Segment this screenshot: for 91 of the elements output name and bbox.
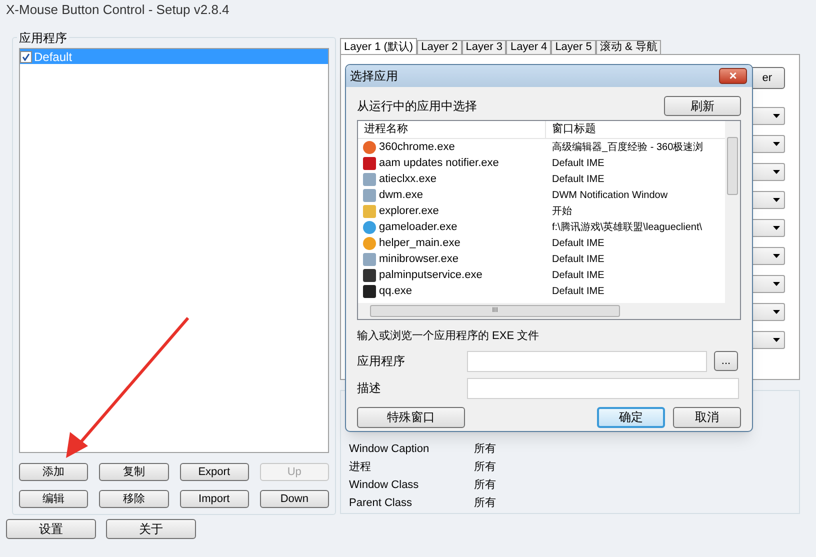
process-row[interactable]: palminputservice.exe Default IME bbox=[358, 267, 725, 283]
window-title-cell-text: Default IME bbox=[551, 268, 604, 282]
tab[interactable]: Layer 5 bbox=[551, 40, 596, 54]
window-title-cell-text: Default IME bbox=[551, 156, 604, 170]
caret-icon bbox=[773, 170, 780, 174]
tab[interactable]: Layer 1 (默认) bbox=[340, 38, 418, 54]
browse-button[interactable]: ... bbox=[714, 351, 738, 371]
action-button[interactable]: 编辑 bbox=[19, 490, 88, 508]
section-label: 从运行中的应用中选择 bbox=[357, 98, 477, 115]
tab[interactable]: Layer 4 bbox=[506, 40, 552, 54]
caret-icon bbox=[773, 254, 780, 258]
filter-value: 所有 bbox=[474, 496, 496, 511]
filter-label: Parent Class bbox=[349, 496, 413, 511]
window-title-cell-text: DWM Notification Window bbox=[551, 188, 668, 202]
filter-label: Window Caption bbox=[349, 442, 430, 457]
filter-label: Window Class bbox=[349, 478, 420, 493]
app-icon bbox=[363, 236, 376, 250]
app-icon bbox=[363, 204, 376, 218]
tab[interactable]: Layer 3 bbox=[462, 40, 506, 54]
footer-button[interactable]: 关于 bbox=[106, 519, 196, 539]
field-label: 应用程序 bbox=[357, 353, 406, 370]
process-row[interactable]: atieclxx.exe Default IME bbox=[358, 171, 725, 187]
window-title-cell-text: Default IME bbox=[551, 252, 604, 266]
column-header[interactable]: 进程名称 bbox=[358, 121, 546, 138]
footer-button[interactable]: 设置 bbox=[6, 519, 96, 539]
process-row[interactable]: helper_main.exe Default IME bbox=[358, 235, 725, 251]
process-row[interactable]: dwm.exe DWM Notification Window bbox=[358, 187, 725, 203]
process-name: 360chrome.exe bbox=[379, 140, 455, 155]
filter-label: 进程 bbox=[349, 460, 372, 475]
refresh-button[interactable]: 刷新 bbox=[664, 96, 741, 116]
window-title-cell-text: Default IME bbox=[551, 236, 604, 250]
caret-icon bbox=[773, 226, 780, 230]
action-button[interactable]: 复制 bbox=[99, 463, 168, 481]
process-name: aam updates notifier.exe bbox=[379, 156, 499, 171]
action-button[interactable]: Import bbox=[180, 490, 249, 508]
window-title-cell-text: Default IME bbox=[551, 172, 604, 186]
app-icon bbox=[363, 252, 376, 266]
caret-icon bbox=[773, 198, 780, 202]
process-name: palminputservice.exe bbox=[379, 268, 482, 283]
process-row[interactable]: qq.exe Default IME bbox=[358, 283, 725, 299]
app-icon bbox=[363, 284, 376, 298]
item-label: Default bbox=[34, 48, 72, 66]
process-name: minibrowser.exe bbox=[379, 252, 458, 267]
app-icon bbox=[363, 220, 376, 234]
input-field[interactable] bbox=[467, 378, 739, 398]
field-label: 描述 bbox=[357, 380, 382, 397]
filter-value: 所有 bbox=[474, 478, 496, 493]
process-row[interactable]: 360chrome.exe 高级编辑器_百度经验 - 360极速浏 bbox=[358, 139, 725, 155]
caret-icon bbox=[773, 310, 780, 314]
app-icon bbox=[363, 156, 376, 170]
caret-icon bbox=[773, 142, 780, 146]
process-name: qq.exe bbox=[379, 284, 412, 299]
window-title-cell-text: 开始 bbox=[551, 204, 572, 218]
process-name: explorer.exe bbox=[379, 204, 439, 219]
filter-value: 所有 bbox=[474, 460, 496, 475]
app-icon bbox=[363, 268, 376, 282]
window-title: X-Mouse Button Control - Setup v2.8.4 bbox=[5, 1, 230, 20]
dialog-button[interactable]: 取消 bbox=[673, 406, 741, 428]
dialog-button[interactable]: 确定 bbox=[597, 406, 665, 428]
process-name: helper_main.exe bbox=[379, 236, 460, 251]
filter-value: 所有 bbox=[474, 442, 496, 457]
dialog-button[interactable]: 特殊窗口 bbox=[357, 406, 465, 428]
caret-icon bbox=[773, 114, 780, 118]
caret-icon bbox=[773, 282, 780, 286]
process-name: dwm.exe bbox=[379, 188, 424, 203]
process-name: atieclxx.exe bbox=[379, 172, 436, 187]
action-button[interactable]: 添加 bbox=[19, 463, 88, 481]
window-title-cell-text: 高级编辑器_百度经验 - 360极速浏 bbox=[551, 140, 704, 154]
app-icon bbox=[363, 172, 376, 186]
exe-hint: 输入或浏览一个应用程序的 EXE 文件 bbox=[357, 328, 540, 344]
caret-icon bbox=[773, 338, 780, 342]
app-icon bbox=[363, 140, 376, 154]
checkbox[interactable] bbox=[20, 50, 32, 62]
input-field[interactable] bbox=[467, 350, 707, 372]
process-row[interactable]: gameloader.exe f:\腾讯游戏\英雄联盟\leagueclient\ bbox=[358, 219, 725, 235]
action-button[interactable]: Export bbox=[180, 463, 249, 481]
process-row[interactable]: aam updates notifier.exe Default IME bbox=[358, 155, 725, 171]
check-icon bbox=[22, 52, 30, 60]
action-button[interactable]: Down bbox=[260, 490, 329, 508]
app-icon bbox=[363, 188, 376, 202]
dialog-title: 选择应用 bbox=[350, 68, 398, 85]
action-button[interactable]: 移除 bbox=[99, 490, 168, 508]
process-name: gameloader.exe bbox=[379, 220, 458, 235]
tab[interactable]: 滚动 & 导航 bbox=[596, 40, 662, 54]
process-row[interactable]: minibrowser.exe Default IME bbox=[358, 251, 725, 267]
tab[interactable]: Layer 2 bbox=[417, 40, 462, 54]
column-header[interactable]: 窗口标题 bbox=[546, 121, 725, 138]
window-title-cell-text: Default IME bbox=[551, 284, 604, 298]
vertical-scrollbar[interactable] bbox=[725, 121, 740, 303]
process-row[interactable]: explorer.exe 开始 bbox=[358, 203, 725, 219]
window-title-cell-text: f:\腾讯游戏\英雄联盟\leagueclient\ bbox=[551, 220, 702, 234]
